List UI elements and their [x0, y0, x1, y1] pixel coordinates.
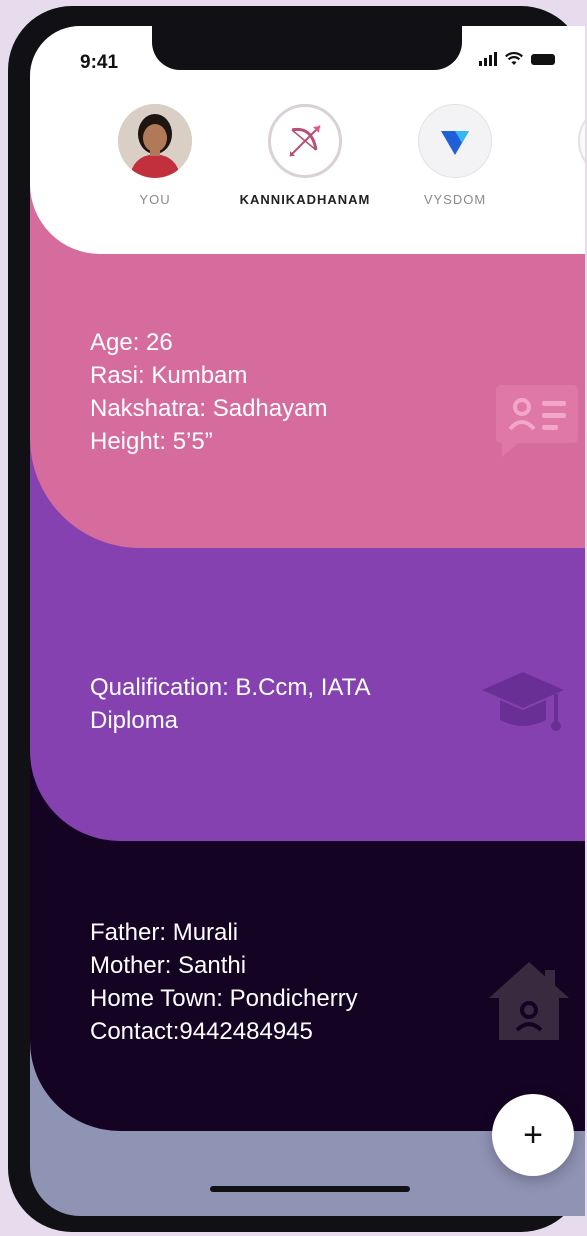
age-text: Age: 26: [90, 329, 173, 356]
home-town-text: Home Town: Pondicherry: [90, 985, 358, 1012]
signal-icon: [479, 52, 497, 66]
story-you[interactable]: YOU: [80, 104, 230, 207]
kannikadhanam-logo: [268, 104, 342, 178]
battery-icon: [531, 53, 555, 65]
rasi-text: Rasi: Kumbam: [90, 362, 248, 389]
personal-details: Age: 26 Rasi: Kumbam Nakshatra: Sadhayam…: [90, 326, 327, 458]
avatar: [118, 104, 192, 178]
qualification-text: Qualification: B.Ccm, IATA: [90, 674, 371, 701]
home-indicator: [210, 1186, 410, 1192]
story-label-kannikadhanam: KANNIKADHANAM: [239, 192, 371, 207]
story-next-partial[interactable]: [578, 104, 585, 178]
home-icon: [489, 962, 569, 1040]
nakshatra-text: Nakshatra: Sadhayam: [90, 395, 328, 422]
status-time: 9:41: [80, 52, 119, 73]
wifi-icon: [505, 52, 523, 65]
id-card-icon: [496, 385, 578, 457]
screen: 9:41 YOU KANNIKADHANAM VYSDOM Age: 26 Ra…: [30, 26, 585, 1216]
stories-row: YOU KANNIKADHANAM VYSDOM: [30, 104, 585, 224]
qualification-text-cont: Diploma: [90, 707, 179, 734]
add-button[interactable]: +: [492, 1094, 574, 1176]
story-label-you: YOU: [139, 192, 171, 207]
mother-text: Mother: Santhi: [90, 952, 247, 979]
bow-arrow-icon: [289, 125, 321, 157]
story-kannikadhanam[interactable]: KANNIKADHANAM: [230, 104, 380, 207]
father-text: Father: Murali: [90, 919, 239, 946]
vysdom-chevron-icon: [441, 131, 469, 155]
story-label-vysdom: VYSDOM: [423, 192, 487, 207]
notch: [152, 26, 462, 70]
phone-frame: 9:41 YOU KANNIKADHANAM VYSDOM Age: 26 Ra…: [8, 6, 585, 1232]
graduation-cap-icon: [482, 672, 564, 731]
family-details: Father: Murali Mother: Santhi Home Town:…: [90, 916, 358, 1048]
status-icons: [479, 52, 555, 66]
vysdom-logo: [418, 104, 492, 178]
story-vysdom[interactable]: VYSDOM: [380, 104, 530, 207]
education-details: Qualification: B.Ccm, IATA Diploma: [90, 671, 371, 737]
height-text: Height: 5’5”: [90, 428, 213, 455]
contact-text: Contact:9442484945: [90, 1018, 313, 1045]
